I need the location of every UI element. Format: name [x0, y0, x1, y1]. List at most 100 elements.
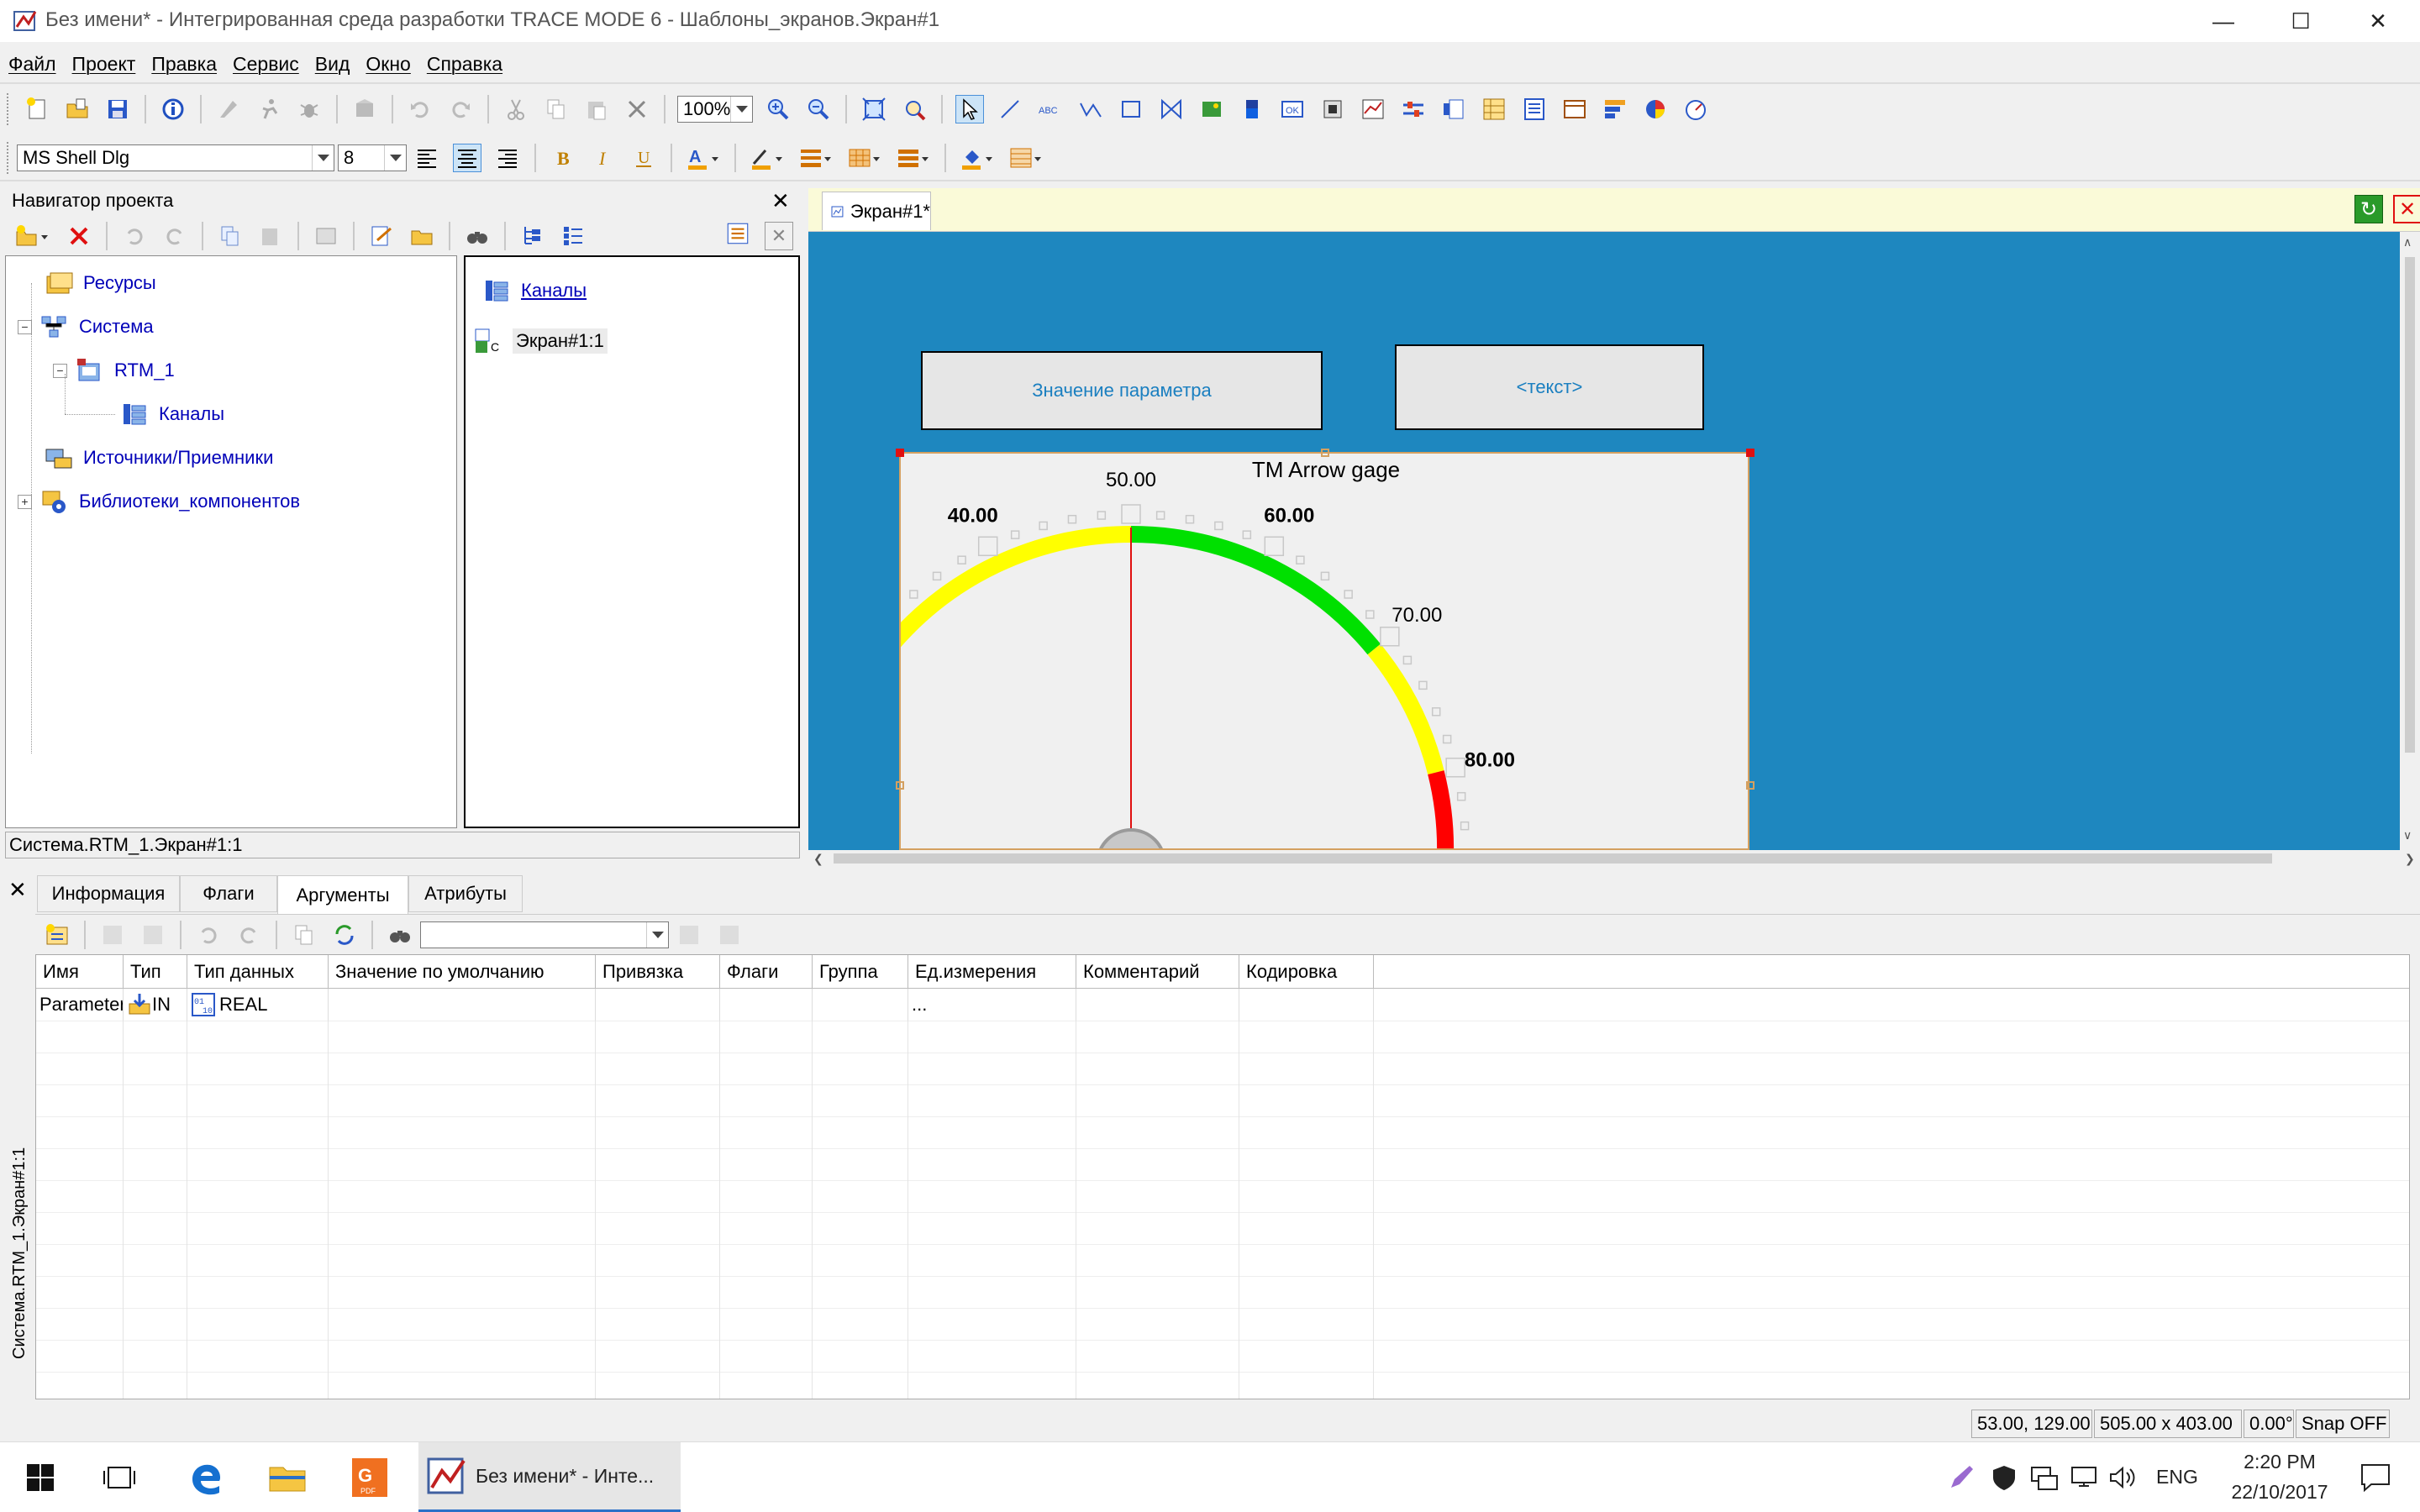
scroll-left-icon[interactable]: ❮ [813, 852, 823, 866]
bowtie-tool-icon[interactable] [1157, 95, 1186, 123]
active-app-button[interactable]: Без имени* - Инте... [418, 1442, 681, 1512]
text-label-box[interactable]: <текст> [1395, 344, 1704, 430]
zoom-out-icon[interactable] [804, 95, 833, 123]
close-button[interactable]: ✕ [2339, 0, 2417, 42]
pie-tool-icon[interactable] [1641, 95, 1670, 123]
gradient-icon[interactable] [1007, 144, 1044, 172]
column-header[interactable]: Ед.измерения [908, 955, 1076, 988]
undo-icon[interactable] [194, 921, 223, 949]
info-icon[interactable] [159, 95, 187, 123]
menu-project[interactable]: Проект [72, 53, 136, 76]
column-header[interactable]: Комментарий [1076, 955, 1239, 988]
menu-file[interactable]: Файл [8, 53, 56, 76]
zoom-in-icon[interactable] [764, 95, 792, 123]
column-header[interactable]: Кодировка [1239, 955, 1374, 988]
expand-icon[interactable]: + [18, 494, 32, 509]
collapse-icon[interactable]: − [18, 319, 32, 334]
filter-select[interactable] [420, 921, 669, 948]
fill-color-icon[interactable] [959, 144, 996, 172]
cell-units[interactable]: ... [908, 989, 1076, 1021]
ethernet-icon[interactable] [2070, 1464, 2099, 1496]
list-item-screen[interactable]: C Экран#1:1 [474, 319, 608, 363]
toolbar-grip[interactable] [7, 93, 12, 125]
cell-flags[interactable] [720, 989, 813, 1021]
column-header[interactable]: Тип данных [187, 955, 329, 988]
gauge-tool-icon[interactable] [1681, 95, 1710, 123]
task-view-button[interactable] [81, 1442, 158, 1512]
tab-information[interactable]: Информация [37, 875, 180, 912]
chevron-down-icon[interactable] [384, 145, 406, 171]
move-up-icon[interactable] [98, 921, 127, 949]
compile-icon[interactable] [214, 95, 243, 123]
navigator-close-icon[interactable]: ✕ [771, 188, 790, 214]
edge-button[interactable] [168, 1442, 244, 1512]
line-color-icon[interactable] [749, 144, 786, 172]
undo-icon[interactable] [406, 95, 434, 123]
delete-icon[interactable] [623, 95, 651, 123]
tab-arguments[interactable]: Аргументы [277, 875, 408, 914]
column-header[interactable]: Имя [36, 955, 124, 988]
selection-handle[interactable] [1746, 781, 1754, 790]
line-style-icon[interactable] [895, 144, 932, 172]
column-header[interactable]: Группа [813, 955, 908, 988]
column-header[interactable]: Привязка [596, 955, 720, 988]
select-arrow-icon[interactable] [955, 95, 984, 123]
sync-icon[interactable] [330, 921, 359, 949]
polyline-tool-icon[interactable] [1076, 95, 1105, 123]
line-width-icon[interactable] [797, 144, 834, 172]
table-tool-icon[interactable] [1480, 95, 1508, 123]
line-tool-icon[interactable] [996, 95, 1024, 123]
new-group-icon[interactable] [13, 222, 53, 250]
redo-icon[interactable] [446, 95, 475, 123]
navigator-collapse-icon[interactable]: ✕ [765, 222, 793, 250]
trend-tool-icon[interactable] [1359, 95, 1387, 123]
pdf-app-button[interactable]: G PDF [331, 1442, 408, 1512]
cell-comment[interactable] [1076, 989, 1239, 1021]
cell-default[interactable] [329, 989, 596, 1021]
selection-handle[interactable] [1321, 449, 1329, 457]
copy-icon[interactable] [542, 95, 571, 123]
scroll-right-icon[interactable]: ❯ [2405, 852, 2415, 866]
pen-icon[interactable] [1948, 1464, 1975, 1496]
tree-view-icon[interactable] [518, 222, 547, 250]
menu-edit[interactable]: Правка [151, 53, 217, 76]
paste-icon[interactable] [256, 222, 285, 250]
font-name-select[interactable]: MS Shell Dlg [17, 144, 334, 171]
open-icon[interactable] [63, 95, 92, 123]
font-size-select[interactable]: 8 [338, 144, 407, 171]
network-icon[interactable] [2030, 1464, 2059, 1496]
bold-icon[interactable]: B [549, 144, 577, 172]
delete-icon[interactable] [65, 222, 93, 250]
vertical-scrollbar[interactable]: ∧ ∨ [2400, 232, 2420, 850]
redo-icon[interactable] [160, 222, 189, 250]
bar-tool-icon[interactable] [1238, 95, 1266, 123]
find-icon[interactable] [463, 222, 492, 250]
edit-node-icon[interactable] [367, 222, 396, 250]
ok-button-tool-icon[interactable]: OK [1278, 95, 1307, 123]
slider-tool-icon[interactable] [1399, 95, 1428, 123]
paste-icon[interactable] [582, 95, 611, 123]
menu-window[interactable]: Окно [366, 53, 410, 76]
tab-screen1[interactable]: Экран#1* [822, 192, 931, 230]
selection-handle[interactable] [896, 781, 904, 790]
expand-all-icon[interactable] [715, 921, 744, 949]
clock-time[interactable]: 2:20 PM [2227, 1451, 2333, 1473]
cell-binding[interactable] [596, 989, 720, 1021]
move-down-icon[interactable] [139, 921, 167, 949]
column-header[interactable]: Значение по умолчанию [329, 955, 596, 988]
run-icon[interactable] [255, 95, 283, 123]
scroll-down-icon[interactable]: ∨ [2403, 828, 2412, 843]
zoom-select[interactable]: 100% [677, 96, 753, 123]
copy-icon[interactable] [290, 921, 318, 949]
tab-flags[interactable]: Флаги [180, 875, 277, 912]
list-tool-icon[interactable] [1439, 95, 1468, 123]
cell-type[interactable]: IN [124, 989, 187, 1021]
table-row[interactable]: Parameter IN 01 10 REAL ... [36, 989, 2409, 1021]
list-item-channels[interactable]: Каналы [482, 269, 587, 312]
cell-encoding[interactable] [1239, 989, 1374, 1021]
fill-pattern-icon[interactable] [846, 144, 883, 172]
tree-node-resources[interactable]: Ресурсы [45, 261, 156, 305]
fit-window-icon[interactable] [860, 95, 888, 123]
arrow-gauge[interactable]: 20.0030.0040.0050.0060.0070.0080.00 TM A… [899, 452, 1749, 850]
properties-icon[interactable] [312, 222, 340, 250]
